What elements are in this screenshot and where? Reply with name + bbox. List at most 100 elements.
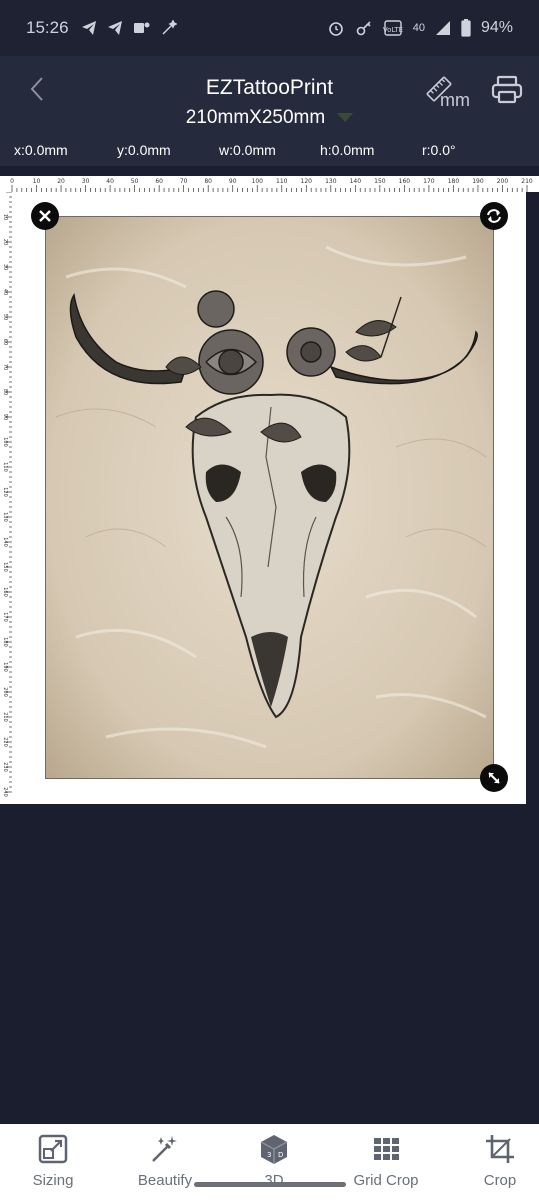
ruler-label: 70 bbox=[180, 178, 188, 185]
telegram-icon bbox=[81, 21, 96, 35]
nav-grid-crop-label: Grid Crop bbox=[353, 1172, 419, 1189]
coord-h: h:0.0mm bbox=[320, 142, 375, 158]
bottom-toolbar: Sizing Beautify 3D 3D Grid Crop Crop bbox=[0, 1124, 539, 1200]
key-icon bbox=[356, 21, 371, 36]
coord-x: x:0.0mm bbox=[14, 142, 68, 158]
ruler-label: 130 bbox=[2, 512, 8, 522]
ruler-top: 0 10 20 30 40 50 60 70 80 90 100 110 120 130 140 150 160… bbox=[0, 176, 539, 192]
ruler-label: 120 bbox=[2, 487, 8, 497]
resize-handle[interactable] bbox=[480, 764, 508, 792]
ruler-label: 220 bbox=[2, 737, 8, 747]
resize-icon bbox=[488, 772, 500, 784]
wifi-icon: VoLTE bbox=[383, 20, 403, 36]
magic-icon bbox=[162, 20, 177, 35]
close-icon bbox=[39, 210, 51, 222]
magic-wand-icon bbox=[152, 1136, 177, 1162]
coord-y: y:0.0mm bbox=[117, 142, 171, 158]
ruler-label: 30 bbox=[2, 264, 8, 270]
sizing-icon bbox=[38, 1134, 68, 1164]
ruler-label: 100 bbox=[2, 437, 8, 447]
cube-3d-icon: 3D bbox=[260, 1135, 288, 1164]
tattoo-image[interactable] bbox=[45, 216, 494, 779]
ruler-label: 20 bbox=[2, 239, 8, 245]
ruler-label: 200 bbox=[2, 687, 8, 697]
ruler-label: 40 bbox=[106, 178, 114, 185]
ruler-label: 20 bbox=[57, 178, 65, 185]
ruler-label: 80 bbox=[204, 178, 212, 185]
status-time: 15:26 bbox=[26, 18, 69, 37]
ruler-label: 60 bbox=[155, 178, 163, 185]
coord-w: w:0.0mm bbox=[219, 142, 276, 158]
ruler-label: 160 bbox=[2, 587, 8, 597]
ruler-label: 130 bbox=[325, 178, 337, 185]
ruler-label: 60 bbox=[2, 339, 8, 345]
svg-text:3: 3 bbox=[267, 1151, 271, 1159]
battery-percent: 94% bbox=[480, 19, 513, 36]
nav-grid-crop[interactable]: Grid Crop bbox=[336, 1124, 436, 1200]
unit-label: mm bbox=[440, 90, 470, 110]
signal-text: 40 bbox=[412, 22, 425, 34]
ruler-label: 160 bbox=[399, 178, 411, 185]
ruler-label: 10 bbox=[33, 178, 41, 185]
nav-sizing-label: Sizing bbox=[32, 1172, 74, 1189]
print-button[interactable] bbox=[490, 74, 526, 108]
ruler-label: 120 bbox=[301, 178, 313, 185]
crop-icon bbox=[486, 1135, 514, 1163]
status-right: VoLTE 40 94% bbox=[327, 19, 513, 37]
dropdown-triangle-icon bbox=[337, 113, 354, 123]
ruler-label: 50 bbox=[2, 314, 8, 320]
coordinates-bar: x:0.0mm y:0.0mm w:0.0mm h:0.0mm r:0.0° bbox=[0, 136, 539, 166]
teams-icon bbox=[133, 22, 150, 33]
ruler-label: 210 bbox=[521, 178, 533, 185]
gesture-bar bbox=[194, 1182, 346, 1187]
ruler-label: 230 bbox=[2, 762, 8, 772]
signal-icon bbox=[435, 21, 450, 35]
ruler-label: 10 bbox=[2, 214, 8, 220]
ruler-label: 140 bbox=[350, 178, 362, 185]
ruler-label: 170 bbox=[2, 612, 8, 622]
nav-sizing[interactable]: Sizing bbox=[3, 1124, 103, 1200]
nav-crop[interactable]: Crop bbox=[450, 1124, 539, 1200]
ruler-label: 40 bbox=[2, 289, 8, 295]
ruler-label: 0 bbox=[10, 178, 14, 185]
ruler-label: 180 bbox=[2, 637, 8, 647]
ruler-label: 110 bbox=[2, 462, 8, 472]
printer-icon bbox=[491, 75, 523, 104]
telegram-icon bbox=[107, 21, 122, 35]
ruler-label: 180 bbox=[448, 178, 460, 185]
ruler-label: 210 bbox=[2, 712, 8, 722]
nav-beautify[interactable]: Beautify bbox=[115, 1124, 215, 1200]
nav-beautify-label: Beautify bbox=[137, 1172, 193, 1189]
svg-text:D: D bbox=[278, 1151, 283, 1159]
nav-3d[interactable]: 3D 3D bbox=[224, 1124, 324, 1200]
ruler-label: 100 bbox=[252, 178, 264, 185]
ruler-label: 110 bbox=[276, 178, 288, 185]
ruler-label: 240 bbox=[2, 787, 8, 797]
ruler-label: 150 bbox=[2, 562, 8, 572]
status-notification-icons bbox=[81, 20, 177, 36]
ruler-label: 190 bbox=[472, 178, 484, 185]
rotate-icon bbox=[487, 209, 501, 223]
rotate-handle[interactable] bbox=[480, 202, 508, 230]
ruler-label: 30 bbox=[82, 178, 90, 185]
ruler-label: 200 bbox=[497, 178, 509, 185]
ruler-label: 190 bbox=[2, 662, 8, 672]
app-header: EZTattooPrint 210mmX250mm mm bbox=[0, 56, 539, 136]
alarm-icon bbox=[328, 22, 343, 36]
ruler-label: 170 bbox=[423, 178, 435, 185]
coord-r: r:0.0° bbox=[422, 142, 456, 158]
ruler-label: 80 bbox=[2, 389, 8, 395]
battery-icon bbox=[461, 19, 471, 37]
ruler-label: 50 bbox=[131, 178, 139, 185]
ruler-label: 150 bbox=[374, 178, 386, 185]
ruler-label: 90 bbox=[2, 414, 8, 420]
status-bar: 15:26 VoLTE 40 94% bbox=[0, 0, 539, 56]
delete-handle[interactable] bbox=[31, 202, 59, 230]
nav-crop-label: Crop bbox=[483, 1172, 517, 1189]
grid-icon bbox=[374, 1138, 399, 1160]
svg-text:VoLTE: VoLTE bbox=[383, 26, 403, 34]
size-value: 210mmX250mm bbox=[185, 107, 326, 128]
ruler-label: 70 bbox=[2, 364, 8, 370]
ruler-label: 90 bbox=[229, 178, 237, 185]
ruler-left: 10 20 30 40 50 60 70 80 90 100 110 120 130 140 150 160 1… bbox=[0, 192, 12, 804]
